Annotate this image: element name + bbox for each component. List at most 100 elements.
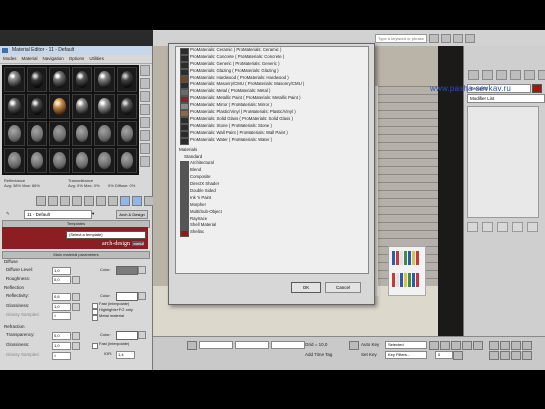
put-to-scene-button[interactable] (48, 196, 58, 206)
search-icon[interactable] (429, 34, 439, 43)
x-coordinate-field[interactable] (199, 341, 233, 349)
ior-spinner[interactable]: 1,4 (116, 351, 135, 359)
list-item[interactable]: Shell Material (176, 222, 368, 231)
make-unique-icon[interactable] (497, 222, 508, 232)
selected-dropdown[interactable]: Selected (385, 341, 427, 349)
make-preview-button[interactable] (140, 130, 150, 141)
sample-slot[interactable] (49, 148, 70, 173)
modifier-list-dropdown[interactable]: Modifier List (467, 94, 545, 103)
list-item[interactable]: Composite (176, 174, 368, 183)
list-item[interactable]: DirectX Shader (176, 181, 368, 190)
list-item[interactable]: ProMaterials: Concrete ( ProMaterials: C… (176, 54, 368, 62)
show-map-in-viewport-button[interactable] (120, 196, 130, 206)
key-filters-button[interactable]: Key Filters... (385, 351, 427, 359)
cancel-button[interactable]: Cancel (325, 282, 361, 293)
background-button[interactable] (140, 91, 150, 102)
pin-stack-icon[interactable] (467, 222, 478, 232)
list-item[interactable]: ProMaterials: Hardwood ( ProMaterials: H… (176, 75, 368, 83)
sample-slot[interactable] (116, 94, 137, 119)
select-by-material-button[interactable] (140, 156, 150, 167)
diffuse-map-button[interactable] (138, 266, 146, 274)
list-item[interactable]: Ink 'n Paint (176, 195, 368, 203)
sample-slot[interactable] (116, 148, 137, 173)
sample-slot[interactable] (71, 94, 92, 119)
ok-button[interactable]: OK (291, 282, 321, 293)
list-item[interactable]: ProMaterials: Ceramic ( ProMaterials: Ce… (176, 47, 368, 55)
keyword-search-field[interactable]: Type a keyword or phrase (375, 34, 427, 43)
menu-utilities[interactable]: Utilities (89, 55, 104, 63)
main-parameters-rollout[interactable]: Main material parameters (2, 251, 150, 259)
zoom-extents-icon[interactable] (511, 341, 521, 350)
go-to-start-icon[interactable] (429, 341, 439, 350)
transparency-spinner[interactable]: 0,0 (52, 332, 71, 340)
tab-display[interactable] (524, 70, 535, 80)
key-icon[interactable] (349, 341, 359, 350)
sample-slot[interactable] (71, 121, 92, 146)
set-key-button[interactable]: Set Key (361, 351, 377, 358)
list-item[interactable]: Blend (176, 167, 368, 176)
sample-slot[interactable] (26, 67, 47, 92)
put-to-library-button[interactable] (96, 196, 106, 206)
backlight-button[interactable] (140, 78, 150, 89)
list-item[interactable]: ProMaterials: Wall Paint ( ProMaterials:… (176, 130, 368, 138)
assign-to-selection-button[interactable] (60, 196, 70, 206)
list-item[interactable]: Raytrace (176, 216, 368, 224)
video-color-check-button[interactable] (140, 117, 150, 128)
reset-map-button[interactable] (72, 196, 82, 206)
roughness-map-button[interactable] (72, 276, 80, 284)
play-icon[interactable] (451, 341, 461, 350)
material-browser-list[interactable]: ProMaterials: Ceramic ( ProMaterials: Ce… (175, 46, 369, 274)
reflection-color-swatch[interactable] (116, 292, 138, 301)
material-editor-titlebar[interactable]: Material Editor - 11 - Default (0, 46, 152, 55)
add-time-tag-label[interactable]: Add Time Tag (305, 351, 332, 358)
reflection-color-map-button[interactable] (138, 292, 146, 300)
list-item[interactable]: ProMaterials: Generic ( ProMaterials: Ge… (176, 61, 368, 69)
remove-modifier-icon[interactable] (512, 222, 523, 232)
make-unique-button[interactable] (84, 196, 94, 206)
options-button[interactable] (140, 143, 150, 154)
sample-slot[interactable] (71, 67, 92, 92)
eyedropper-icon[interactable]: ✎ (6, 209, 10, 218)
template-select[interactable]: (Select a template) (66, 231, 146, 239)
list-item[interactable]: ProMaterials: Stone ( ProMaterials: Ston… (176, 123, 368, 131)
sample-slot[interactable] (71, 148, 92, 173)
pan-view-icon[interactable] (500, 351, 510, 360)
sample-slot[interactable] (26, 121, 47, 146)
sample-slot[interactable] (4, 94, 25, 119)
reflectivity-spinner[interactable]: 0,6 (52, 293, 71, 301)
list-item[interactable]: Shellac (176, 229, 368, 238)
next-frame-icon[interactable] (462, 341, 472, 350)
material-id-button[interactable] (108, 196, 118, 206)
refraction-color-map-button[interactable] (138, 331, 146, 339)
object-color-swatch[interactable] (532, 84, 542, 93)
metal-material-checkbox[interactable] (92, 315, 98, 321)
help-icon[interactable] (465, 34, 475, 43)
list-item[interactable]: ProMaterials: Water ( ProMaterials: Wate… (176, 137, 368, 145)
list-item[interactable]: ProMaterials: Glazing ( ProMaterials: Gl… (176, 68, 368, 76)
sample-slot[interactable] (94, 94, 115, 119)
sample-slot[interactable] (94, 67, 115, 92)
tab-modify[interactable] (482, 70, 493, 80)
material-name-field[interactable]: 11 - Default (24, 210, 92, 219)
roughness-spinner[interactable]: 0,0 (52, 276, 71, 284)
sample-slot[interactable] (26, 148, 47, 173)
refraction-glossiness-spinner[interactable]: 1,0 (52, 342, 71, 350)
y-coordinate-field[interactable] (235, 341, 269, 349)
menu-modes[interactable]: Modes (3, 55, 17, 63)
materials-section-header[interactable]: Materials (176, 146, 368, 153)
refraction-glossiness-map-button[interactable] (72, 342, 80, 350)
list-item[interactable]: ProMaterials: Metal ( ProMaterials: Meta… (176, 88, 368, 97)
time-configuration-icon[interactable] (453, 351, 463, 360)
tab-utilities[interactable] (538, 70, 545, 80)
favorites-icon[interactable] (453, 34, 463, 43)
sample-type-button[interactable] (140, 65, 150, 76)
diffuse-color-swatch[interactable] (116, 266, 138, 275)
zoom-extents-all-icon[interactable] (522, 341, 532, 350)
menu-navigation[interactable]: Navigation (43, 55, 64, 63)
list-item[interactable]: ProMaterials: Solid Glass ( ProMaterials… (176, 116, 368, 124)
z-coordinate-field[interactable] (271, 341, 305, 349)
lock-selection-icon[interactable] (187, 341, 197, 350)
configure-modifier-sets-icon[interactable] (527, 222, 538, 232)
sample-slot[interactable] (116, 67, 137, 92)
zoom-all-icon[interactable] (500, 341, 510, 350)
